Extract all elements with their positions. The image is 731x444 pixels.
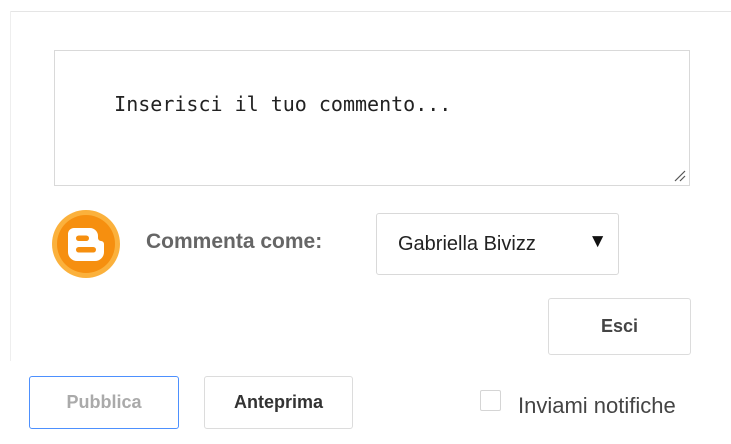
top-divider [10,11,731,12]
notify-checkbox[interactable] [480,390,501,411]
comment-as-label: Commenta come: [146,230,323,253]
publish-button[interactable]: Pubblica [29,376,179,429]
comment-placeholder: Inserisci il tuo commento... [114,92,452,116]
dropdown-caret-icon: ▼ [588,231,607,252]
identity-selected-value: Gabriella Bivizz [398,233,536,255]
comment-textarea[interactable]: Inserisci il tuo commento... [54,50,690,186]
left-divider [10,11,11,361]
identity-select[interactable]: Gabriella Bivizz ▼ [376,213,619,275]
sign-out-button[interactable]: Esci [548,298,691,355]
preview-button[interactable]: Anteprima [204,376,353,429]
notify-label: Inviami notifiche [518,393,676,418]
comment-form: Inserisci il tuo commento... Commenta co… [0,0,731,444]
resize-grip-icon[interactable] [672,168,686,182]
blogger-logo-icon [52,210,120,278]
